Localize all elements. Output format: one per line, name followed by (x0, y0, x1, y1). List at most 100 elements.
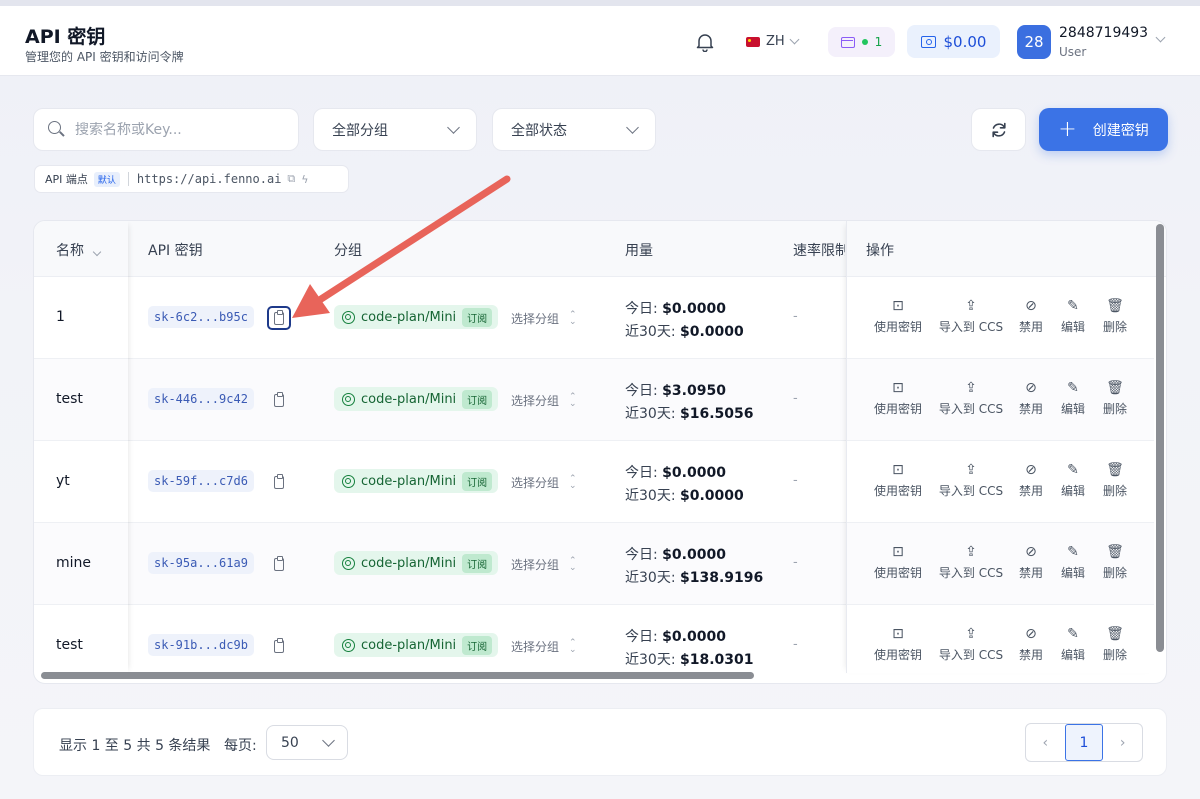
wallet-icon (920, 35, 936, 48)
action-upload-button[interactable]: ⇪ 导入到 CCS (932, 462, 1010, 499)
action-label: 删除 (1102, 648, 1127, 662)
avatar[interactable]: 28 (1017, 25, 1051, 59)
group-badge: code-plan/Mini 订阅 (334, 387, 499, 411)
action-terminal-button[interactable]: ⊡ 使用密钥 (864, 626, 932, 663)
action-edit-button[interactable]: ✎ 编辑 (1052, 462, 1094, 499)
result-count-text: 显示 1 至 5 共 5 条结果 (59, 738, 211, 754)
openai-icon (342, 556, 355, 570)
action-ban-button[interactable]: ⊘ 禁用 (1010, 298, 1052, 335)
subscription-badge: 订阅 (462, 307, 493, 327)
vertical-scrollbar[interactable] (1156, 224, 1164, 652)
select-group-dropdown[interactable]: 选择分组 ⌃ ⌄ (511, 310, 577, 327)
group-badge: code-plan/Mini 订阅 (334, 305, 499, 329)
upload-icon: ⇪ (965, 544, 977, 560)
action-trash-button[interactable]: 🗑 删除 (1094, 462, 1136, 499)
action-terminal-button[interactable]: ⊡ 使用密钥 (864, 298, 932, 335)
row-actions: ⊡ 使用密钥 ⇪ 导入到 CCS ⊘ 禁用 ✎ 编辑 🗑 删除 (864, 626, 1136, 663)
copy-key-button[interactable] (267, 470, 291, 494)
action-upload-button[interactable]: ⇪ 导入到 CCS (932, 544, 1010, 581)
select-group-dropdown[interactable]: 选择分组 ⌃ ⌄ (511, 392, 577, 409)
action-upload-button[interactable]: ⇪ 导入到 CCS (932, 380, 1010, 417)
rate-limit-value: - (793, 473, 798, 488)
select-group-dropdown[interactable]: 选择分组 ⌃ ⌄ (511, 474, 577, 491)
select-group-dropdown[interactable]: 选择分组 ⌃ ⌄ (511, 638, 577, 655)
usage-today: $3.0950 (662, 383, 726, 399)
action-edit-button[interactable]: ✎ 编辑 (1052, 298, 1094, 335)
usage-30-days: $0.0000 (679, 324, 744, 340)
next-page-button[interactable]: › (1103, 724, 1142, 761)
action-terminal-button[interactable]: ⊡ 使用密钥 (864, 380, 932, 417)
column-header-name[interactable]: 名称 (56, 240, 102, 260)
refresh-icon (991, 122, 1006, 137)
clipboard-icon (274, 637, 284, 653)
per-page-select[interactable]: 50 (266, 725, 348, 760)
user-menu-chevron-icon[interactable] (1155, 32, 1166, 43)
row-actions: ⊡ 使用密钥 ⇪ 导入到 CCS ⊘ 禁用 ✎ 编辑 🗑 删除 (864, 544, 1136, 581)
search-input[interactable] (75, 121, 275, 138)
action-terminal-button[interactable]: ⊡ 使用密钥 (864, 544, 932, 581)
action-edit-button[interactable]: ✎ 编辑 (1052, 626, 1094, 663)
subscription-plan-button[interactable]: 1 (828, 27, 895, 57)
horizontal-scrollbar[interactable] (41, 672, 754, 679)
select-group-label: 选择分组 (511, 312, 560, 326)
usage-today: $0.0000 (662, 301, 726, 317)
select-group-dropdown[interactable]: 选择分组 ⌃ ⌄ (511, 556, 577, 573)
create-key-label: 创建密钥 (1092, 122, 1149, 139)
row-actions: ⊡ 使用密钥 ⇪ 导入到 CCS ⊘ 禁用 ✎ 编辑 🗑 删除 (864, 462, 1136, 499)
status-filter-select[interactable]: 全部状态 (492, 108, 656, 151)
action-label: 删除 (1102, 566, 1127, 580)
table-body: 1 sk-6c2...b95c code-plan/Mini 订阅 选择分组 ⌃… (34, 277, 1166, 683)
action-ban-button[interactable]: ⊘ 禁用 (1010, 626, 1052, 663)
create-key-button[interactable]: + 创建密钥 (1039, 108, 1168, 151)
trash-icon: 🗑 (1106, 298, 1124, 314)
previous-page-button[interactable]: ‹ (1026, 724, 1065, 761)
lightning-icon[interactable]: ϟ (301, 173, 308, 186)
api-key-value: sk-446...9c42 (148, 388, 254, 410)
action-ban-button[interactable]: ⊘ 禁用 (1010, 544, 1052, 581)
action-upload-button[interactable]: ⇪ 导入到 CCS (932, 626, 1010, 663)
page-button-current[interactable]: 1 (1064, 724, 1104, 761)
china-flag-icon (746, 36, 760, 47)
action-trash-button[interactable]: 🗑 删除 (1094, 544, 1136, 581)
action-trash-button[interactable]: 🗑 删除 (1094, 626, 1136, 663)
action-edit-button[interactable]: ✎ 编辑 (1052, 380, 1094, 417)
action-label: 编辑 (1060, 320, 1085, 334)
user-name[interactable]: 2848719493 (1059, 25, 1148, 41)
clipboard-icon (274, 391, 284, 407)
action-ban-button[interactable]: ⊘ 禁用 (1010, 462, 1052, 499)
copy-key-button[interactable] (267, 306, 291, 330)
action-trash-button[interactable]: 🗑 删除 (1094, 380, 1136, 417)
copy-key-button[interactable] (267, 388, 291, 412)
usage-cell: 今日: $3.0950 近30天: $16.5056 (625, 380, 754, 426)
bell-icon[interactable] (696, 32, 714, 52)
action-label: 编辑 (1060, 566, 1085, 580)
column-header-usage: 用量 (625, 243, 653, 259)
subscription-badge: 订阅 (462, 389, 493, 409)
column-header-group: 分组 (334, 243, 362, 259)
rate-limit-value: - (793, 637, 798, 652)
action-ban-button[interactable]: ⊘ 禁用 (1010, 380, 1052, 417)
group-filter-select[interactable]: 全部分组 (313, 108, 477, 151)
action-terminal-button[interactable]: ⊡ 使用密钥 (864, 462, 932, 499)
balance-button[interactable]: $0.00 (907, 25, 1000, 58)
usage-30-days: $138.9196 (679, 570, 764, 586)
usage-30-days: $18.0301 (679, 652, 754, 668)
table-row: 1 sk-6c2...b95c code-plan/Mini 订阅 选择分组 ⌃… (34, 277, 1154, 359)
copy-key-button[interactable] (267, 552, 291, 576)
month-label: 近30天: (625, 488, 676, 504)
usage-today: $0.0000 (662, 629, 726, 645)
action-upload-button[interactable]: ⇪ 导入到 CCS (932, 298, 1010, 335)
table-row: mine sk-95a...61a9 code-plan/Mini 订阅 选择分… (34, 523, 1154, 605)
group-name: code-plan/Mini (361, 555, 457, 571)
page-subtitle: 管理您的 API 密钥和访问令牌 (25, 50, 184, 64)
search-box[interactable] (33, 108, 299, 151)
api-key-value: sk-59f...c7d6 (148, 470, 254, 492)
action-edit-button[interactable]: ✎ 编辑 (1052, 544, 1094, 581)
language-selector[interactable]: ZH (746, 34, 800, 49)
action-trash-button[interactable]: 🗑 删除 (1094, 298, 1136, 335)
copy-key-button[interactable] (267, 634, 291, 658)
chevron-down-icon (626, 121, 639, 134)
action-label: 导入到 CCS (938, 402, 1004, 416)
refresh-button[interactable] (971, 108, 1026, 151)
copy-icon[interactable]: ⧉ (287, 172, 295, 186)
